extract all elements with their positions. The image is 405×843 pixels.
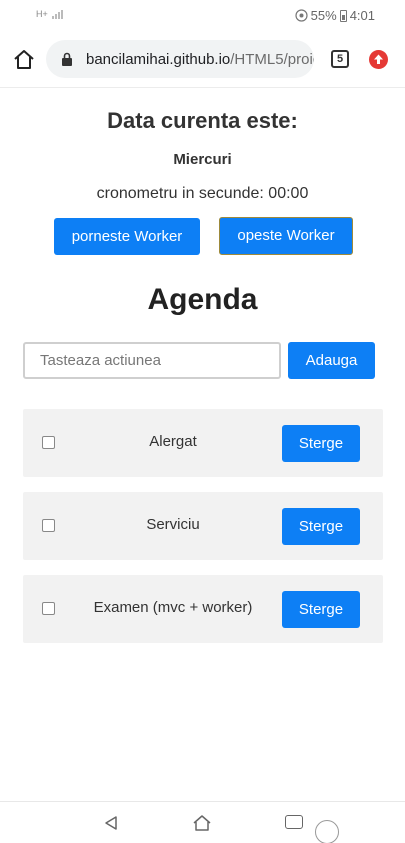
home-icon[interactable] — [12, 48, 36, 72]
timer-label: cronometru in secunde: — [96, 185, 264, 202]
day-name: Miercuri — [173, 151, 232, 168]
status-bar: H+ 55% 4:01 — [0, 0, 405, 34]
task-item: Alergat Sterge — [23, 409, 383, 477]
status-right: 55% 4:01 — [295, 8, 375, 23]
task-item: Serviciu Sterge — [23, 492, 383, 560]
tab-switcher-button[interactable]: 5 — [331, 50, 349, 68]
update-badge-icon[interactable] — [369, 50, 388, 69]
recent-apps-icon[interactable] — [285, 815, 303, 829]
task-label: Examen (mvc + worker) — [93, 599, 253, 616]
timer-display: cronometru in secunde: 00:00 — [0, 185, 405, 203]
task-label: Serviciu — [146, 516, 200, 533]
arrow-up-icon — [374, 54, 383, 64]
back-icon[interactable] — [102, 814, 120, 832]
url-text: bancilamihai.github.io/HTML5/proiec — [86, 51, 314, 68]
stop-worker-button[interactable]: opeste Worker — [219, 217, 353, 255]
home-nav-icon[interactable] — [192, 814, 212, 832]
network-indicator: H+ — [36, 9, 63, 19]
url-path: /HTML5/proiec — [230, 51, 314, 68]
address-bar[interactable]: bancilamihai.github.io/HTML5/proiec — [46, 40, 314, 78]
task-input[interactable]: Tasteaza actiunea — [23, 342, 281, 379]
timer-value: 00:00 — [268, 185, 309, 202]
battery-icon — [339, 9, 347, 22]
task-label: Alergat — [149, 433, 197, 450]
task-checkbox[interactable] — [42, 436, 55, 449]
system-nav-bar — [0, 801, 405, 843]
task-checkbox[interactable] — [42, 519, 55, 532]
delete-task-button[interactable]: Sterge — [282, 508, 360, 545]
browser-toolbar: bancilamihai.github.io/HTML5/proiec 5 — [0, 34, 405, 88]
battery-percent: 55% — [310, 8, 337, 23]
hotspot-icon — [295, 9, 308, 22]
date-heading: Data curenta este: — [107, 108, 298, 133]
assistant-circle-icon[interactable] — [315, 820, 339, 843]
delete-task-button[interactable]: Sterge — [282, 425, 360, 462]
network-type: H+ — [36, 8, 48, 19]
task-checkbox[interactable] — [42, 602, 55, 615]
clock: 4:01 — [349, 8, 375, 23]
agenda-heading: Agenda — [147, 283, 258, 316]
add-task-button[interactable]: Adauga — [288, 342, 375, 379]
delete-task-button[interactable]: Sterge — [282, 591, 360, 628]
start-worker-button[interactable]: porneste Worker — [54, 218, 200, 255]
url-domain: bancilamihai.github.io — [86, 51, 231, 68]
lock-icon — [62, 52, 72, 66]
signal-icon — [51, 9, 63, 19]
task-item: Examen (mvc + worker) Sterge — [23, 575, 383, 643]
